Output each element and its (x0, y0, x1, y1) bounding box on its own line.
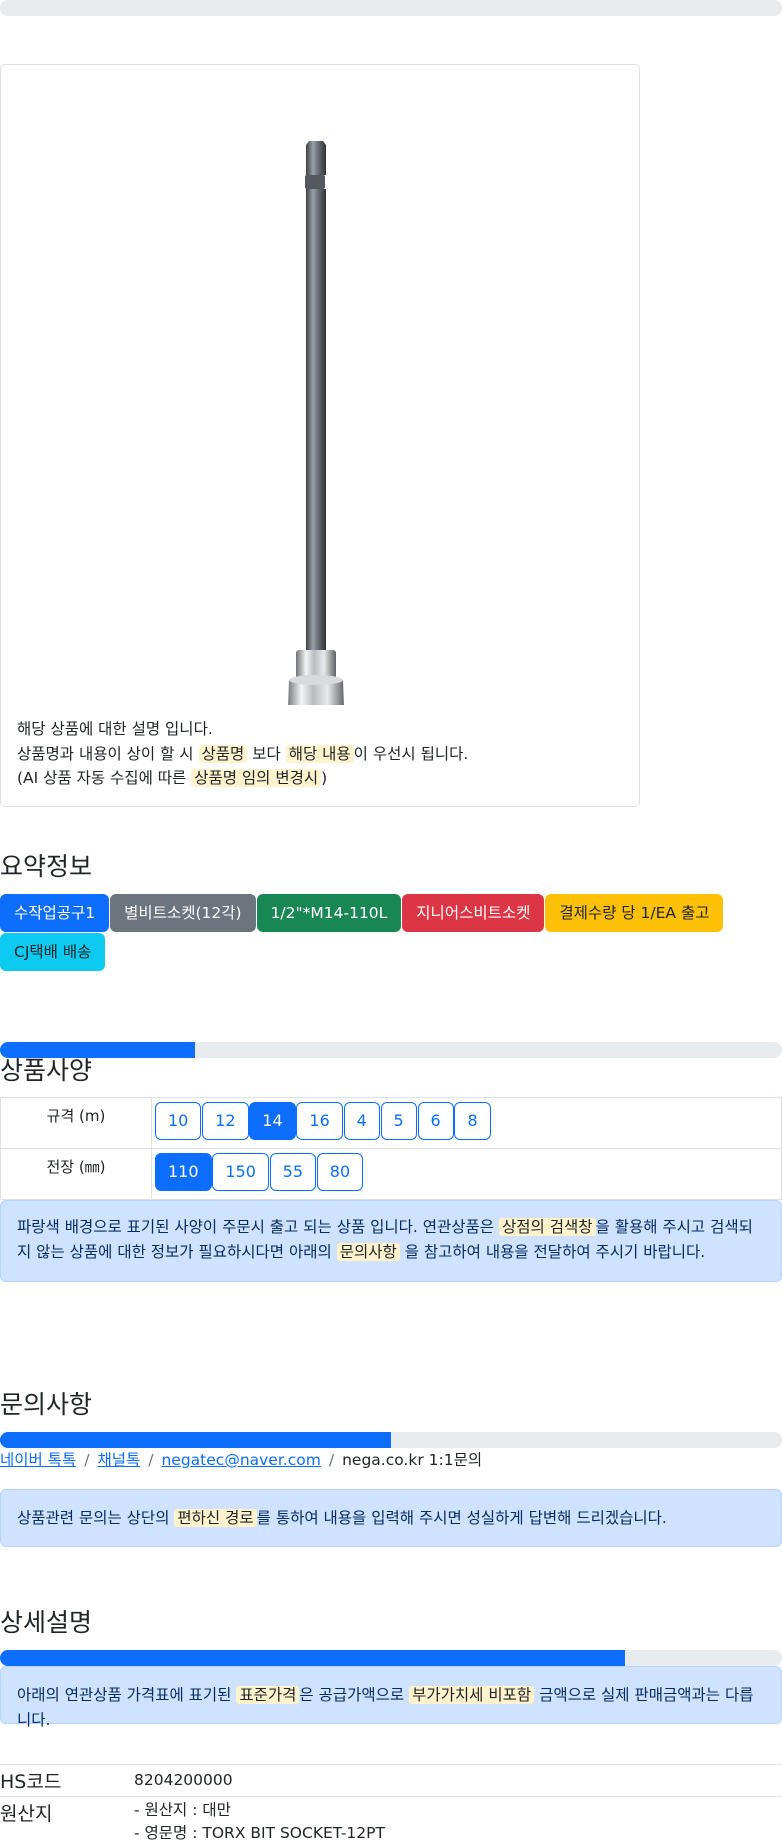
notice-text: 를 통하여 내용을 입력해 주시면 성실하게 답변해 드리겠습니다. (256, 1509, 667, 1527)
chip-quantity: 결제수량 당 1/EA 출고 (545, 894, 724, 932)
separator: / (328, 1451, 335, 1469)
spec-progress-bar (0, 1042, 782, 1058)
desc-line-3: (AI 상품 자동 수집에 따른 상품명 임의 변경시) (17, 766, 468, 791)
desc-line-2: 상품명과 내용이 상이 할 시 상품명 보다 해당 내용 이 우선시 됩니다. (17, 742, 468, 767)
inquiry-title: 문의사항 (0, 1390, 93, 1419)
option-button[interactable]: 55 (269, 1153, 317, 1191)
option-button[interactable]: 80 (316, 1153, 364, 1191)
option-button-selected[interactable]: 110 (155, 1153, 212, 1191)
site-inquiry-text: nega.co.kr 1:1문의 (342, 1451, 483, 1469)
detail-title: 상세설명 (0, 1608, 93, 1637)
notice-text: 파랑색 배경으로 표기된 사양이 주문시 출고 되는 상품 입니다. 연관상품은 (17, 1218, 495, 1236)
detail-progress-bar (0, 1650, 782, 1666)
product-card: CA 해당 상품에 대한 설명 입니다. 상품명과 내용이 상이 할 시 상품명… (0, 64, 640, 807)
summary-title: 요약정보 (0, 852, 93, 881)
highlight: 상점의 검색창 (499, 1218, 596, 1236)
inquiry-notice: 상품관련 문의는 상단의 편하신 경로 를 통하여 내용을 입력해 주시면 성실하… (0, 1489, 782, 1547)
origin-country: - 원산지 : 대만 (134, 1801, 231, 1819)
hs-code-value: 8204200000 (134, 1771, 233, 1789)
spec-notice: 파랑색 배경으로 표기된 사양이 주문시 출고 되는 상품 입니다. 연관상품은… (0, 1200, 782, 1282)
chip-category: 수작업공구1 (0, 894, 110, 932)
notice-text: 은 공급가액으로 (299, 1686, 405, 1704)
option-button[interactable]: 16 (296, 1102, 343, 1140)
notice-text: 아래의 연관상품 가격표에 표기된 (17, 1686, 232, 1704)
naver-talk-link[interactable]: 네이버 톡톡 (0, 1451, 76, 1469)
product-description: 해당 상품에 대한 설명 입니다. 상품명과 내용이 상이 할 시 상품명 보다… (17, 717, 468, 791)
summary-chips: 수작업공구1 별비트소켓(12각) 1/2"*M14-110L 지니어스비트소켓… (0, 894, 782, 971)
origin-label: 원산지 (0, 1803, 53, 1825)
chip-spec: 1/2"*M14-110L (256, 894, 402, 932)
origin-values: - 원산지 : 대만 - 영문명 : TORX BIT SOCKET-12PT (134, 1799, 385, 1845)
spec-options: 10 12 14 16 4 5 6 8 (151, 1097, 782, 1149)
hs-code-row: HS코드 8204200000 (0, 1764, 782, 1796)
spec-label: 전장 (㎜) (0, 1148, 152, 1200)
origin-row: 원산지 - 원산지 : 대만 - 영문명 : TORX BIT SOCKET-1… (0, 1796, 782, 1846)
highlight: 표준가격 (236, 1686, 300, 1704)
highlight: 부가가치세 비포함 (409, 1686, 535, 1704)
option-button[interactable]: 150 (212, 1153, 269, 1191)
spec-row-size: 규격 (m) 10 12 14 16 4 5 6 8 (0, 1097, 782, 1149)
spec-row-length: 전장 (㎜) 110 150 55 80 (0, 1148, 782, 1200)
inquiry-progress-bar (0, 1432, 782, 1448)
option-button[interactable]: 4 (343, 1102, 380, 1140)
chip-type: 별비트소켓(12각) (110, 894, 256, 932)
option-button-selected[interactable]: 14 (249, 1102, 296, 1140)
separator: / (148, 1451, 154, 1469)
product-image: CA (288, 141, 344, 705)
notice-text: 을 참고하여 내용을 전달하여 주시기 바랍니다. (404, 1243, 706, 1261)
top-progress-bar (0, 0, 782, 16)
highlight: 문의사항 (336, 1243, 400, 1261)
highlight: 편하신 경로 (174, 1509, 257, 1527)
highlight: 해당 내용 (285, 744, 354, 763)
desc-text: ) (321, 769, 328, 787)
chip-brand: 지니어스비트소켓 (402, 894, 545, 932)
email-link[interactable]: negatec@naver.com (161, 1451, 320, 1469)
detail-notice: 아래의 연관상품 가격표에 표기된 표준가격 은 공급가액으로 부가가치세 비포함… (0, 1666, 782, 1729)
option-button[interactable]: 8 (454, 1102, 491, 1140)
desc-text: 보다 (252, 744, 281, 763)
spec-label: 규격 (m) (0, 1097, 152, 1149)
hs-code-label: HS코드 (0, 1771, 62, 1793)
spec-table: 규격 (m) 10 12 14 16 4 5 6 8 전장 (㎜) 110 15… (0, 1097, 782, 1200)
notice-text: 상품관련 문의는 상단의 (17, 1509, 170, 1527)
spec-options: 110 150 55 80 (151, 1148, 782, 1200)
highlight: 상품명 임의 변경시 (191, 769, 322, 787)
separator: / (84, 1451, 90, 1469)
option-button[interactable]: 12 (202, 1102, 249, 1140)
spec-title: 상품사양 (0, 1056, 93, 1085)
option-button[interactable]: 6 (417, 1102, 454, 1140)
desc-text: 이 우선시 됩니다. (353, 744, 469, 763)
chip-shipping: CJ택배 배송 (0, 933, 106, 971)
desc-line-1: 해당 상품에 대한 설명 입니다. (17, 720, 213, 738)
option-button[interactable]: 10 (155, 1102, 202, 1140)
desc-text: 상품명과 내용이 상이 할 시 (17, 744, 194, 763)
desc-text: (AI 상품 자동 수집에 따른 (17, 769, 187, 787)
option-button[interactable]: 5 (380, 1102, 417, 1140)
inquiry-links: 네이버 톡톡 / 채널톡 / negatec@naver.com / nega.co.kr … (0, 1448, 482, 1470)
highlight: 상품명 (198, 744, 248, 763)
origin-english-name: - 영문명 : TORX BIT SOCKET-12PT (134, 1824, 385, 1842)
channel-talk-link[interactable]: 채널톡 (97, 1451, 140, 1469)
